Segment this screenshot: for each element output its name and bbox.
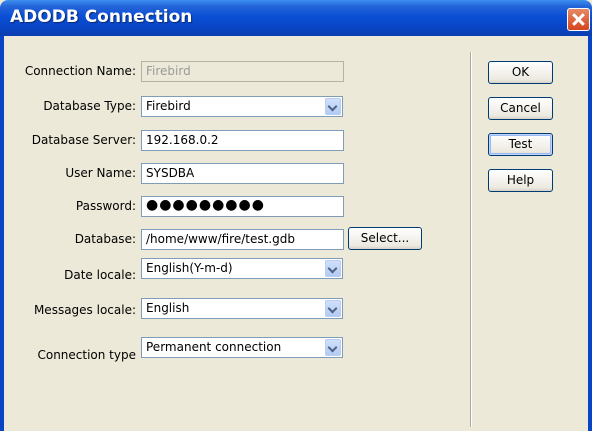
window-title: ADODB Connection xyxy=(10,7,193,27)
select-database-button[interactable]: Select... xyxy=(348,227,422,250)
close-icon[interactable] xyxy=(567,8,590,31)
database-server-field[interactable]: 192.168.0.2 xyxy=(141,130,344,151)
test-button[interactable]: Test xyxy=(488,133,553,156)
window-frame-right xyxy=(588,36,592,431)
adodb-connection-dialog: ADODB Connection Connection Name: Firebi… xyxy=(0,0,592,431)
database-path-field[interactable]: /home/www/fire/test.gdb xyxy=(141,229,344,250)
messages-locale-value: English xyxy=(146,301,190,315)
date-locale-select[interactable]: English(Y-m-d) xyxy=(141,258,343,279)
database-server-label: Database Server: xyxy=(31,133,136,147)
database-type-label: Database Type: xyxy=(43,99,136,113)
chevron-down-icon[interactable] xyxy=(325,260,341,277)
date-locale-label: Date locale: xyxy=(64,268,136,282)
password-field[interactable]: ●●●●●●●●● xyxy=(141,196,344,217)
database-type-select[interactable]: Firebird xyxy=(141,96,343,117)
cancel-button[interactable]: Cancel xyxy=(488,97,553,120)
window-frame-left xyxy=(0,36,4,431)
chevron-down-icon[interactable] xyxy=(325,300,341,317)
chevron-down-icon[interactable] xyxy=(325,98,341,115)
connection-name-label: Connection Name: xyxy=(24,64,136,78)
database-label: Database: xyxy=(74,232,136,246)
database-type-value: Firebird xyxy=(146,99,191,113)
connection-name-field: Firebird xyxy=(141,61,344,82)
date-locale-value: English(Y-m-d) xyxy=(146,261,233,275)
connection-type-value: Permanent connection xyxy=(146,340,282,354)
user-name-label: User Name: xyxy=(65,166,136,180)
messages-locale-label: Messages locale: xyxy=(33,303,136,317)
vertical-divider xyxy=(470,52,471,427)
connection-type-select[interactable]: Permanent connection xyxy=(141,337,343,358)
user-name-field[interactable]: SYSDBA xyxy=(141,163,344,184)
messages-locale-select[interactable]: English xyxy=(141,298,343,319)
password-label: Password: xyxy=(75,199,136,213)
connection-type-label: Connection type xyxy=(37,348,136,362)
help-button[interactable]: Help xyxy=(488,169,553,192)
chevron-down-icon[interactable] xyxy=(325,339,341,356)
title-bar[interactable]: ADODB Connection xyxy=(0,0,592,36)
ok-button[interactable]: OK xyxy=(488,61,553,84)
